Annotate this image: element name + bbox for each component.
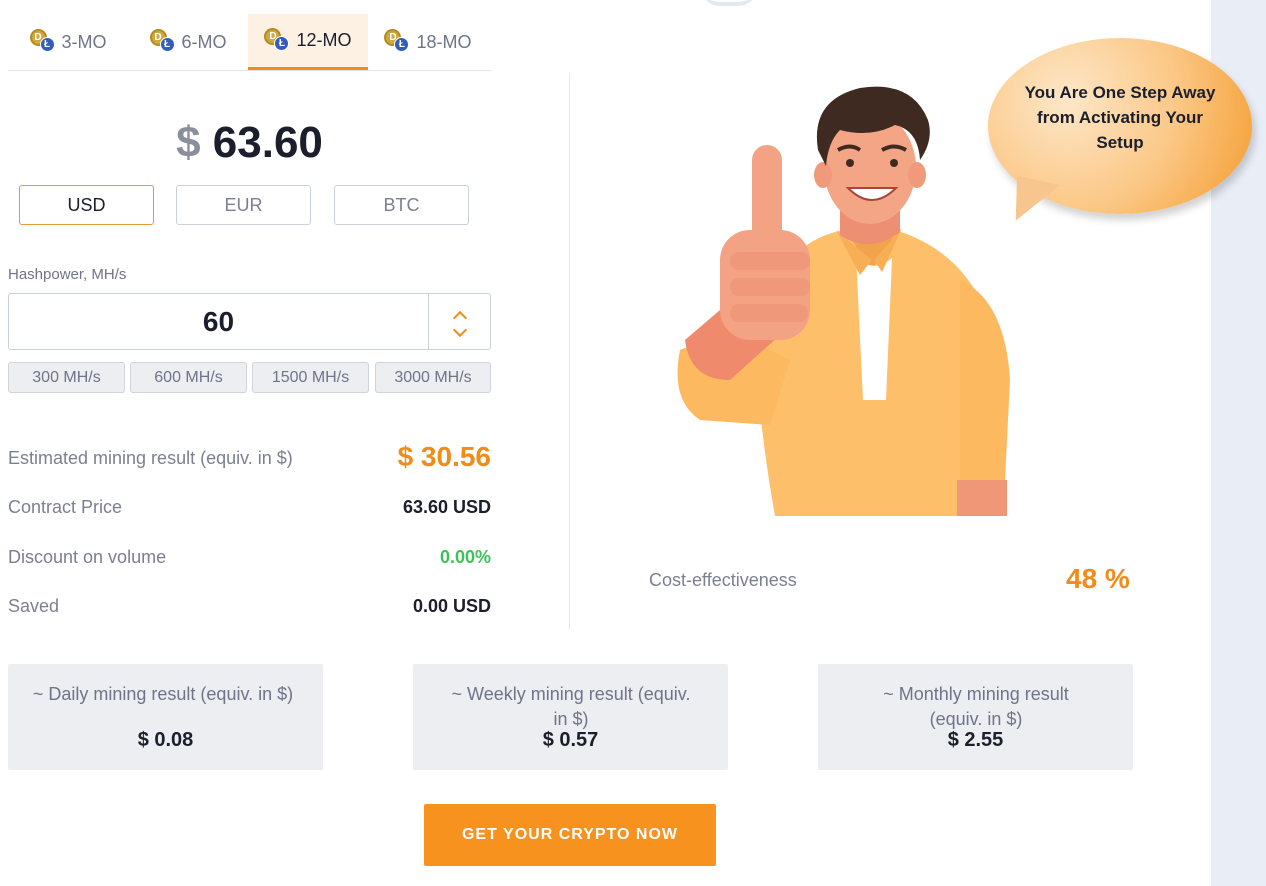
speech-bubble-tail <box>1007 175 1061 229</box>
daily-result-card: ~ Daily mining result (equiv. in $) $ 0.… <box>8 664 323 770</box>
estimated-result-label: Estimated mining result (equiv. in $) <box>8 448 293 468</box>
tab-3-mo[interactable]: D Ł 3-MO <box>8 14 128 70</box>
top-decoration <box>700 0 758 6</box>
estimated-result-value: $ 30.56 <box>397 441 491 472</box>
get-crypto-button[interactable]: GET YOUR CRYPTO NOW <box>424 804 716 866</box>
promo-bubble-text: You Are One Step Away from Activating Yo… <box>1024 82 1216 152</box>
contract-price-value: 63.60 USD <box>402 497 491 517</box>
tab-label: 18-MO <box>416 31 472 52</box>
monthly-result-label: ~ Monthly mining result (equiv. in $) <box>883 684 1069 729</box>
coin-pair-icon: D Ł <box>264 27 292 54</box>
thumbs-up-man-illustration <box>677 86 1010 516</box>
discount-value: 0.00% <box>439 547 491 567</box>
preset-600-button[interactable]: 600 MH/s <box>130 362 247 393</box>
weekly-result-value: $ 0.57 <box>542 729 599 751</box>
tab-6-mo[interactable]: D Ł 6-MO <box>128 14 248 70</box>
hashpower-label: Hashpower, MH/s <box>8 266 127 283</box>
tab-label: 3-MO <box>61 31 107 52</box>
saved-label: Saved <box>8 596 60 616</box>
price-value: 63.60 <box>212 118 323 167</box>
litecoin-icon: Ł <box>159 37 175 52</box>
tab-label: 6-MO <box>181 31 227 52</box>
cost-effectiveness-label: Cost-effectiveness <box>649 570 797 590</box>
tab-18-mo[interactable]: D Ł 18-MO <box>368 14 488 70</box>
price-currency-symbol: $ <box>176 118 201 167</box>
column-divider <box>569 73 570 629</box>
contract-price-label: Contract Price <box>8 497 123 517</box>
litecoin-icon: Ł <box>39 37 55 52</box>
hashpower-input[interactable]: 60 <box>9 294 428 349</box>
litecoin-icon: Ł <box>394 37 410 52</box>
saved-value: 0.00 USD <box>412 596 491 616</box>
litecoin-icon: Ł <box>274 35 290 51</box>
monthly-result-value: $ 2.55 <box>947 729 1004 751</box>
preset-1500-button[interactable]: 1500 MH/s <box>252 362 369 393</box>
discount-label: Discount on volume <box>8 547 167 567</box>
duration-tabs: D Ł 3-MO D Ł 6-MO D Ł 12-MO D Ł 18-MO <box>8 14 491 71</box>
preset-300-button[interactable]: 300 MH/s <box>8 362 125 393</box>
coin-pair-icon: D Ł <box>384 29 412 55</box>
coin-pair-icon: D Ł <box>29 29 58 55</box>
daily-result-label: ~ Daily mining result (equiv. in $) <box>32 684 294 704</box>
currency-usd-button[interactable]: USD <box>19 185 154 225</box>
tab-label: 12-MO <box>296 30 352 50</box>
contract-price-display: $ 63.60 <box>8 118 491 168</box>
monthly-result-card: ~ Monthly mining result (equiv. in $) $ … <box>818 664 1133 770</box>
currency-btc-button[interactable]: BTC <box>334 185 469 225</box>
hashpower-stepper[interactable] <box>428 294 490 349</box>
preset-3000-button[interactable]: 3000 MH/s <box>375 362 491 393</box>
hashpower-field: 60 <box>8 293 491 350</box>
coin-pair-icon: D Ł <box>149 29 178 55</box>
weekly-result-card: ~ Weekly mining result (equiv. in $) $ 0… <box>413 664 728 770</box>
tab-12-mo[interactable]: D Ł 12-MO <box>248 14 368 70</box>
currency-eur-button[interactable]: EUR <box>176 185 311 225</box>
cost-effectiveness-value: 48 % <box>1066 563 1130 594</box>
chevron-down-icon[interactable] <box>452 322 467 337</box>
weekly-result-label: ~ Weekly mining result (equiv. in $) <box>451 684 691 729</box>
daily-result-value: $ 0.08 <box>137 729 194 751</box>
